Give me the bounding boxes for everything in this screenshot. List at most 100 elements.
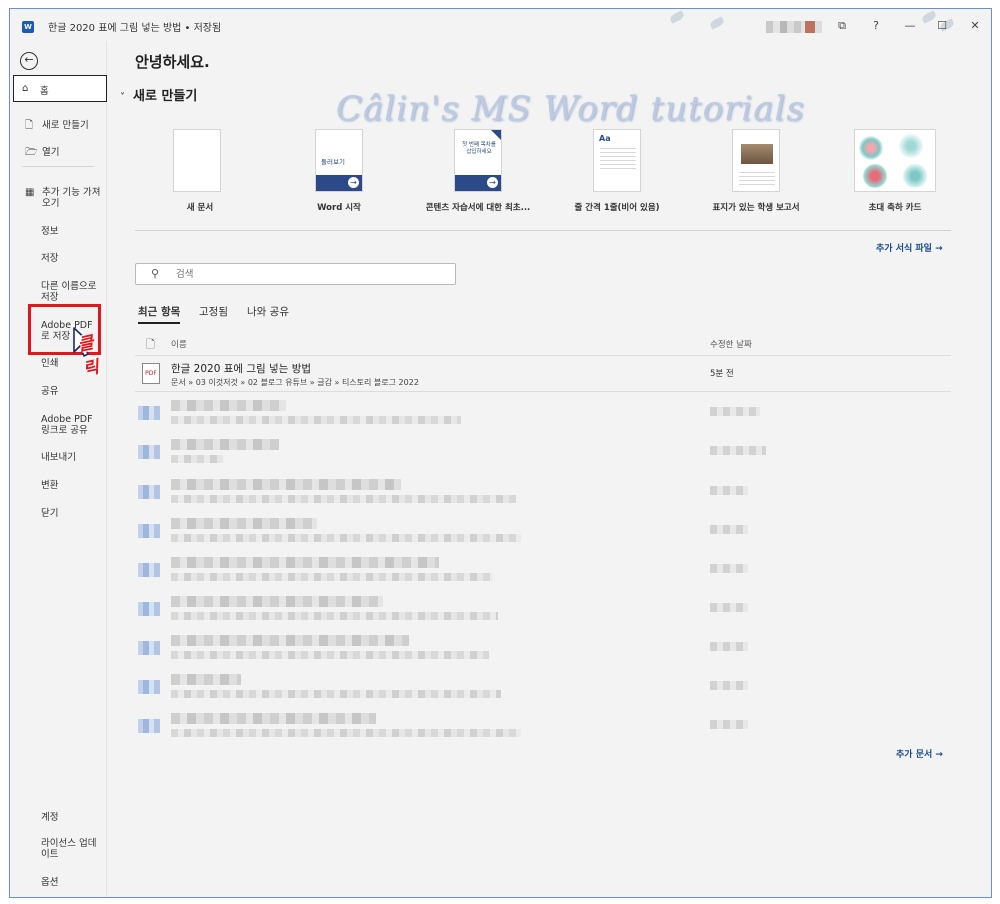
- column-header-modified[interactable]: 수정한 날짜: [710, 338, 752, 350]
- template-label: 줄 간격 1줄(비어 있음): [574, 203, 660, 213]
- arrow-right-icon: →: [487, 177, 498, 188]
- list-item[interactable]: PDF 한글 2020 표에 그림 넣는 방법 문서 » 03 이것저것 » 0…: [135, 356, 951, 392]
- column-header-name[interactable]: 이름: [171, 338, 187, 350]
- close-button[interactable]: ✕: [965, 17, 985, 35]
- new-section-label: 새로 만들기: [133, 89, 198, 104]
- blurred-text: [171, 416, 461, 424]
- sidebar-item-transform[interactable]: 변환: [25, 480, 101, 491]
- section-divider: [135, 230, 951, 231]
- tab-shared[interactable]: 나와 공유: [247, 304, 289, 319]
- blurred-text: [710, 720, 748, 729]
- template-thumbnail: [173, 129, 221, 192]
- template-label: 초대 축하 카드: [868, 203, 922, 213]
- home-icon: ⌂: [22, 83, 29, 94]
- feedback-icon[interactable]: ⧉: [832, 17, 852, 35]
- thumb-photo: [741, 144, 773, 164]
- file-modified: 5분 전: [710, 369, 734, 379]
- word-app-icon: W: [22, 21, 34, 33]
- sidebar-item-label: 추가 기능 가져오기: [42, 187, 101, 209]
- template-single-spaced[interactable]: Aa 줄 간격 1줄(비어 있음): [552, 129, 682, 213]
- sidebar-item-options[interactable]: 옵션: [25, 877, 101, 888]
- maximize-button[interactable]: ☐: [932, 17, 952, 35]
- template-word-tour[interactable]: 둘러보기 → Word 시작: [274, 129, 404, 213]
- list-item-blurred[interactable]: [135, 629, 951, 668]
- sidebar-item-adobe-link[interactable]: Adobe PDF 링크로 공유: [25, 414, 101, 436]
- sidebar-item-open[interactable]: 🗁 열기: [25, 147, 101, 158]
- template-student-report[interactable]: 표지가 있는 학생 보고서: [691, 129, 821, 213]
- blurred-text: [710, 407, 760, 416]
- account-avatar-badge: [805, 21, 815, 33]
- list-item-blurred[interactable]: [135, 668, 951, 707]
- list-item-blurred[interactable]: [135, 590, 951, 629]
- folder-open-icon: 🗁: [25, 147, 38, 158]
- greeting-heading: 안녕하세요.: [135, 53, 210, 71]
- file-type-icon: [138, 563, 160, 577]
- blurred-text: [171, 534, 521, 542]
- sidebar-item-info[interactable]: 정보: [25, 226, 101, 237]
- backstage-sidebar: ← ⌂ 홈 🗋 새로 만들기 🗁 열기 ▦ 추가 기능 가져오기 정보 저장 다…: [10, 41, 107, 897]
- arrow-right-icon: →: [348, 177, 359, 188]
- template-thumbnail: Aa: [593, 129, 641, 192]
- blurred-text: [171, 455, 223, 463]
- tab-recent[interactable]: 최근 항목: [138, 304, 181, 324]
- sidebar-item-close[interactable]: 닫기: [25, 508, 101, 519]
- thumb-text: Aa: [599, 134, 611, 143]
- sidebar-item-license[interactable]: 라이선스 업데이트: [25, 838, 101, 860]
- sidebar-item-new[interactable]: 🗋 새로 만들기: [25, 120, 101, 131]
- word-window: W 한글 2020 표에 그림 넣는 방법 • 저장됨 ⧉ ? — ☐ ✕ ← …: [9, 8, 992, 898]
- template-label: Word 시작: [317, 203, 361, 213]
- list-item-blurred[interactable]: [135, 473, 951, 512]
- sidebar-item-addins[interactable]: ▦ 추가 기능 가져오기: [25, 187, 101, 209]
- blurred-text: [171, 635, 409, 646]
- template-label: 표지가 있는 학생 보고서: [712, 203, 800, 213]
- file-type-icon: [138, 641, 160, 655]
- more-templates-link[interactable]: 추가 서식 파일 →: [876, 241, 943, 254]
- template-toc-tutorial[interactable]: 첫 번째 목차를 삽입하세요 → 콘텐츠 자습서에 대한 최초...: [413, 129, 543, 213]
- search-box[interactable]: ⚲: [135, 263, 456, 285]
- list-item-blurred[interactable]: [135, 394, 951, 433]
- pdf-file-icon: PDF: [142, 363, 160, 384]
- list-item-blurred[interactable]: [135, 707, 951, 746]
- blurred-text: [171, 674, 241, 685]
- list-item-blurred[interactable]: [135, 433, 951, 472]
- list-item-blurred[interactable]: [135, 551, 951, 590]
- file-type-icon: [138, 445, 160, 459]
- back-arrow-icon[interactable]: ←: [20, 52, 38, 70]
- file-type-icon: [138, 524, 160, 538]
- new-document-icon: 🗋: [25, 120, 34, 131]
- search-input[interactable]: [176, 267, 436, 282]
- template-invitation-card[interactable]: 초대 축하 카드: [830, 129, 960, 213]
- blurred-text: [710, 564, 748, 573]
- help-button[interactable]: ?: [866, 17, 886, 35]
- blurred-text: [710, 681, 748, 690]
- new-section-heading[interactable]: ˅ 새로 만들기: [120, 85, 197, 104]
- thumb-lines: [600, 148, 636, 172]
- thumb-flower: [859, 136, 883, 160]
- template-blank[interactable]: 새 문서: [135, 129, 265, 213]
- more-documents-link[interactable]: 추가 문서 →: [896, 747, 943, 760]
- title-bar: W 한글 2020 표에 그림 넣는 방법 • 저장됨 ⧉ ? — ☐ ✕: [10, 9, 991, 41]
- click-annotation: 클릭: [76, 332, 101, 381]
- blurred-text: [710, 525, 748, 534]
- sidebar-item-share[interactable]: 공유: [25, 386, 101, 397]
- sidebar-item-account[interactable]: 계정: [25, 812, 101, 823]
- sidebar-item-save-as[interactable]: 다른 이름으로 저장: [25, 281, 101, 303]
- tab-pinned[interactable]: 고정됨: [199, 304, 228, 319]
- decor-leaf-icon: [668, 10, 686, 24]
- sidebar-divider: [22, 166, 94, 167]
- template-gallery: 새 문서 둘러보기 → Word 시작 첫 번째 목차를 삽입하세요 → 콘텐츠…: [135, 129, 955, 217]
- template-label: 새 문서: [186, 203, 214, 213]
- sidebar-item-home[interactable]: ⌂ 홈: [13, 75, 107, 102]
- sidebar-item-export[interactable]: 내보내기: [25, 452, 101, 463]
- blurred-text: [171, 713, 376, 724]
- blurred-text: [171, 518, 317, 529]
- blurred-text: [171, 400, 286, 411]
- sidebar-item-save[interactable]: 저장: [25, 253, 101, 264]
- thumb-text: 첫 번째 목차를 삽입하세요: [462, 142, 496, 155]
- template-thumbnail: 첫 번째 목차를 삽입하세요 →: [454, 129, 502, 192]
- thumb-flower: [863, 164, 887, 188]
- blurred-text: [171, 479, 401, 490]
- minimize-button[interactable]: —: [900, 17, 920, 35]
- blurred-text: [171, 557, 439, 568]
- list-item-blurred[interactable]: [135, 512, 951, 551]
